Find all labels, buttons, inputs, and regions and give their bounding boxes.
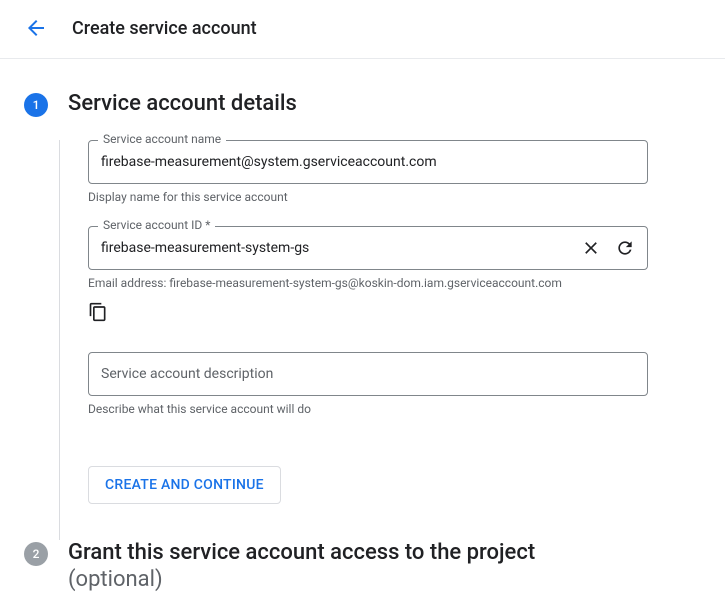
refresh-icon xyxy=(615,238,635,258)
clear-button[interactable] xyxy=(581,238,601,258)
close-icon xyxy=(581,238,601,258)
service-account-id-input[interactable] xyxy=(101,240,581,256)
step-1-marker: 1 xyxy=(24,93,48,117)
step-2-marker: 2 xyxy=(24,542,48,566)
page-title: Create service account xyxy=(72,18,257,39)
service-account-name-input[interactable] xyxy=(101,154,635,170)
description-helper-text: Describe what this service account will … xyxy=(88,402,701,416)
name-helper-text: Display name for this service account xyxy=(88,190,701,204)
service-account-description-field xyxy=(88,352,701,396)
regenerate-button[interactable] xyxy=(615,238,635,258)
back-button[interactable] xyxy=(24,16,48,40)
service-account-description-input[interactable] xyxy=(101,366,635,382)
create-and-continue-button[interactable]: CREATE AND CONTINUE xyxy=(88,466,281,504)
page-header: Create service account xyxy=(0,0,725,59)
step-1-title: Service account details xyxy=(68,91,701,116)
step-2-optional: (optional) xyxy=(68,567,701,592)
service-account-name-field: Service account name xyxy=(88,140,701,184)
step-2-title: Grant this service account access to the… xyxy=(68,540,701,592)
copy-email-button[interactable] xyxy=(88,302,108,322)
arrow-left-icon xyxy=(24,16,48,40)
id-field-label: Service account ID * xyxy=(98,218,215,232)
name-field-label: Service account name xyxy=(98,132,226,146)
id-helper-text: Email address: firebase-measurement-syst… xyxy=(88,276,701,290)
copy-icon xyxy=(88,302,108,322)
service-account-id-field: Service account ID * xyxy=(88,226,701,270)
